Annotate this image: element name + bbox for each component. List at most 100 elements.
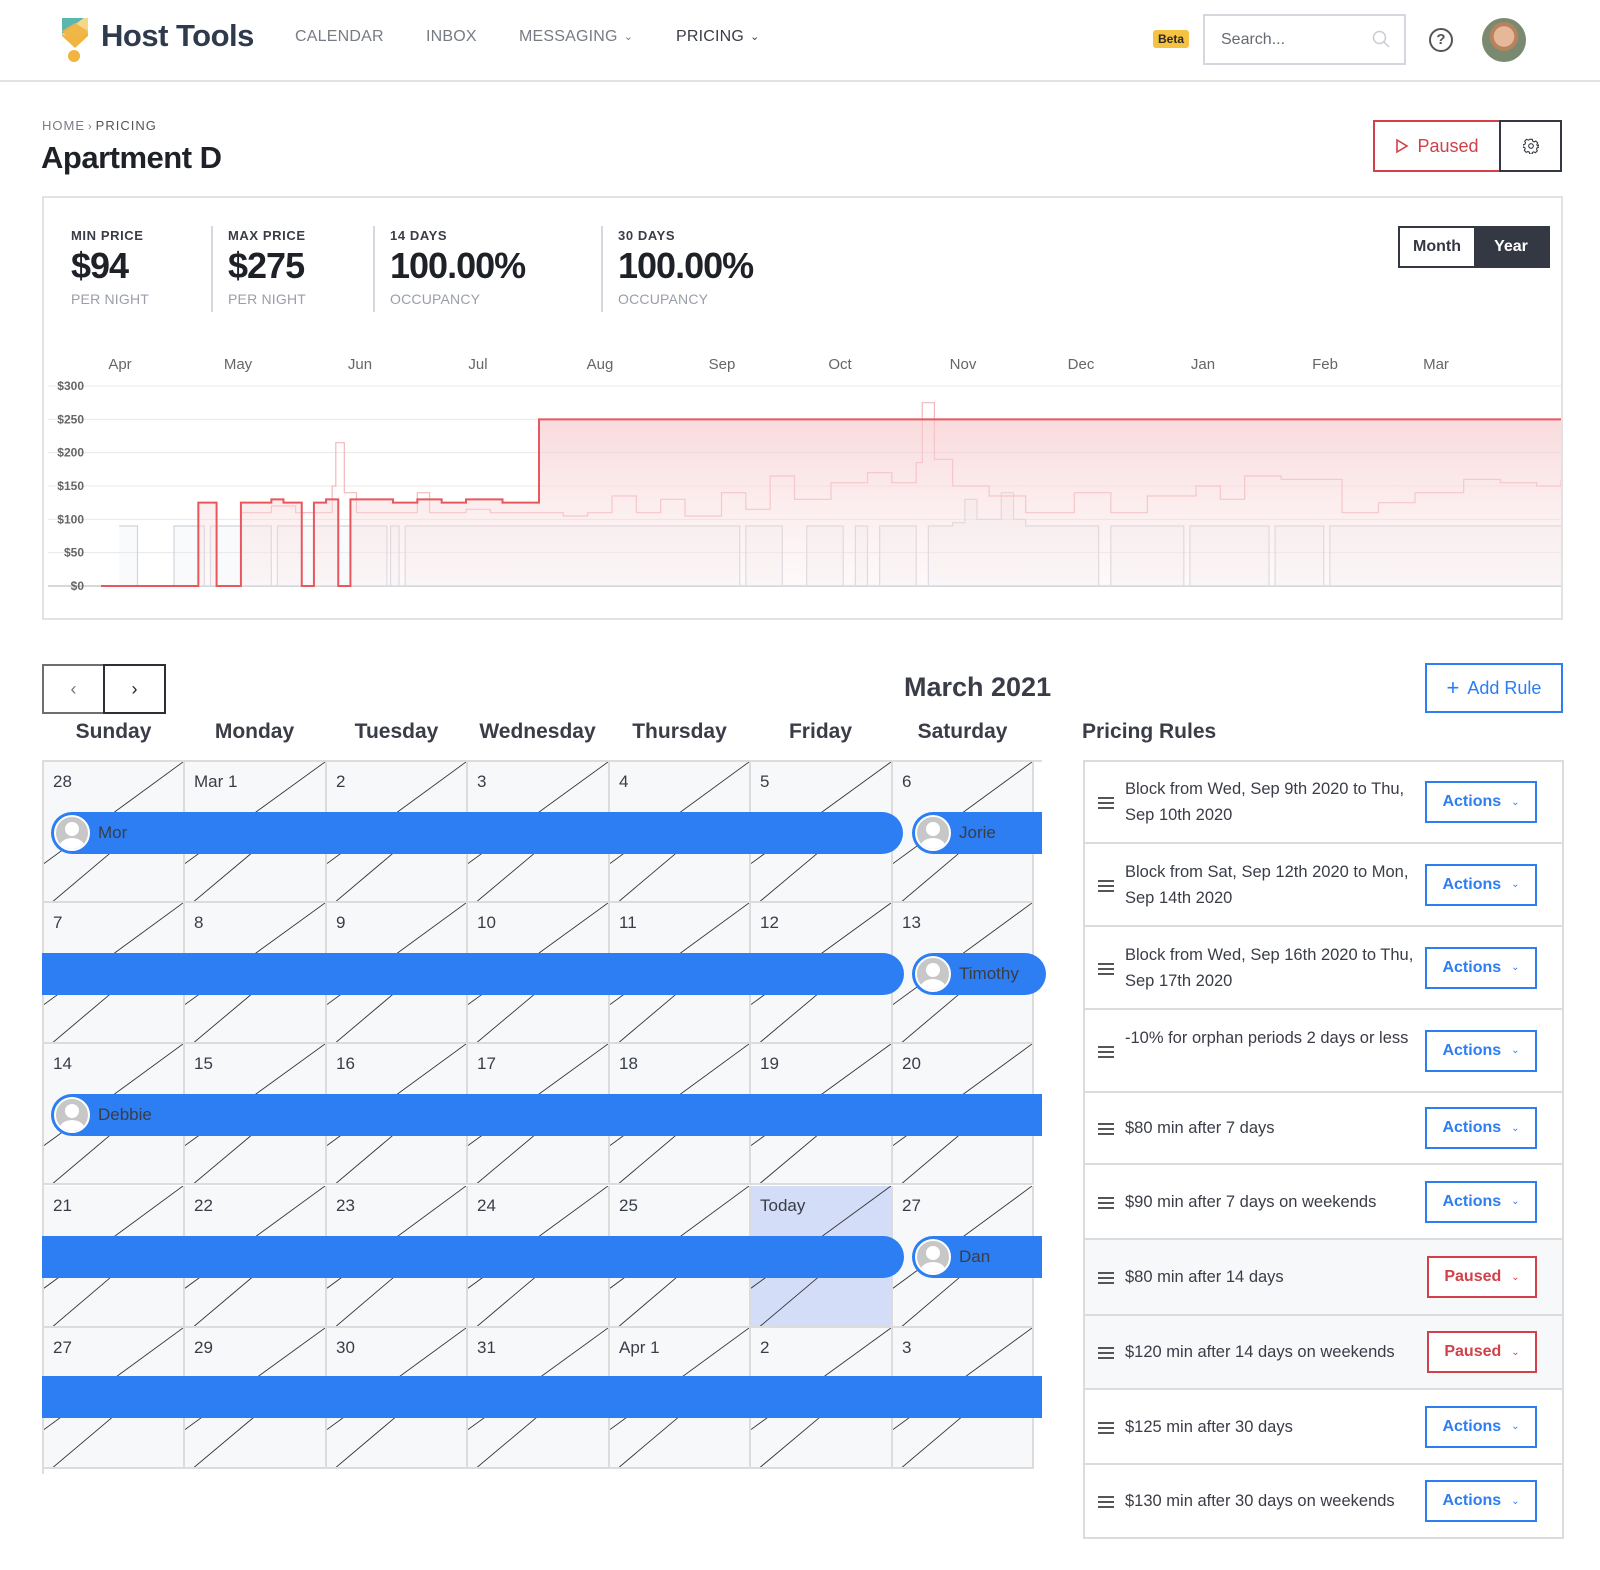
weekday-header: Monday	[214, 720, 295, 743]
reservation-bar[interactable]: Debbie	[51, 1094, 1042, 1136]
rule-description: $120 min after 14 days on weekends	[1125, 1343, 1395, 1361]
nav-inbox[interactable]: INBOX	[426, 28, 477, 46]
brand-name[interactable]: Host Tools	[101, 18, 254, 54]
weekday-header: Friday	[788, 720, 853, 743]
breadcrumb-home[interactable]: HOME	[42, 118, 85, 133]
toggle-year[interactable]: Year	[1474, 228, 1548, 266]
nav-calendar[interactable]: CALENDAR	[295, 28, 384, 46]
rule-paused-dropdown[interactable]: Paused ⌄	[1427, 1331, 1537, 1373]
y-tick-label: $0	[71, 579, 85, 593]
drag-handle-icon[interactable]	[1098, 1196, 1114, 1209]
next-month-button[interactable]: ›	[103, 664, 166, 714]
rule-actions-dropdown[interactable]: Actions ⌄	[1425, 781, 1537, 823]
rule-button-label: Paused	[1444, 1268, 1502, 1285]
rule-description: $90 min after 7 days on weekends	[1125, 1192, 1377, 1211]
rule-actions-dropdown[interactable]: Actions ⌄	[1425, 1180, 1537, 1223]
stat-sub: PER NIGHT	[71, 291, 150, 307]
drag-handle-icon[interactable]	[1098, 879, 1114, 892]
day-number: 7	[53, 913, 63, 932]
search-input[interactable]	[1221, 16, 1371, 63]
x-tick-label: Jan	[1191, 356, 1215, 373]
reservation-bar[interactable]	[42, 953, 904, 995]
drag-handle-icon[interactable]	[1098, 1045, 1114, 1058]
day-number: 17	[477, 1054, 496, 1073]
x-tick-label: Jun	[348, 356, 372, 373]
day-number: 30	[336, 1338, 355, 1357]
search-box[interactable]	[1203, 14, 1406, 65]
user-avatar[interactable]	[1482, 18, 1526, 62]
day-number: 11	[619, 913, 637, 932]
stat-value: $275	[228, 245, 305, 286]
drag-handle-icon[interactable]	[1098, 1347, 1114, 1359]
add-rule-button[interactable]: + Add Rule	[1425, 663, 1563, 713]
rule-actions-dropdown[interactable]: Actions ⌄	[1425, 1107, 1537, 1149]
pricing-rule-row: $125 min after 30 days Actions ⌄	[1085, 1390, 1562, 1465]
help-icon[interactable]: ?	[1429, 28, 1453, 52]
drag-handle-icon[interactable]	[1098, 1496, 1114, 1508]
reservation-bar[interactable]: Dan	[912, 1236, 1042, 1278]
host-tools-logo-icon[interactable]	[62, 18, 88, 62]
prev-month-button[interactable]: ‹	[42, 664, 105, 714]
nav-messaging[interactable]: MESSAGING ⌄	[519, 28, 633, 46]
weekday-header: Tuesday	[354, 720, 439, 743]
drag-handle-icon[interactable]	[1098, 1123, 1114, 1135]
stat-label: 30 DAYS	[618, 228, 676, 243]
chevron-down-icon: ⌄	[1511, 1271, 1520, 1283]
rule-actions-dropdown[interactable]: Actions ⌄	[1425, 1029, 1537, 1072]
beta-badge: Beta	[1153, 30, 1190, 48]
rule-paused-dropdown[interactable]: Paused ⌄	[1427, 1256, 1537, 1298]
y-tick-label: $250	[57, 412, 84, 426]
settings-button[interactable]	[1499, 120, 1562, 172]
x-tick-label: Nov	[950, 356, 977, 373]
rule-description: Block from Wed, Sep 9th 2020 to Thu, Sep…	[1125, 780, 1405, 824]
chevron-down-icon: ⌄	[1511, 1346, 1520, 1358]
nav-pricing[interactable]: PRICING ⌄	[676, 28, 760, 46]
drag-handle-icon[interactable]	[1098, 1421, 1114, 1434]
y-tick-label: $200	[57, 446, 84, 460]
stat-divider	[211, 226, 213, 312]
weekday-header: Saturday	[917, 720, 1008, 743]
reservation-bar[interactable]: Jorie	[912, 812, 1042, 854]
drag-handle-icon[interactable]	[1098, 797, 1114, 809]
chevron-down-icon: ⌄	[1511, 1122, 1520, 1134]
day-number: Mar 1	[194, 772, 238, 791]
search-icon[interactable]	[1372, 30, 1390, 48]
drag-handle-icon[interactable]	[1098, 1272, 1114, 1284]
gear-icon	[1522, 138, 1539, 154]
stat-sub: OCCUPANCY	[618, 291, 709, 307]
stat-value: 100.00%	[390, 245, 526, 286]
reservation-bar[interactable]	[42, 1376, 1042, 1418]
chevron-down-icon: ⌄	[1511, 1196, 1520, 1207]
day-number: 18	[619, 1054, 638, 1073]
rule-actions-dropdown[interactable]: Actions ⌄	[1425, 1405, 1537, 1448]
rule-actions-dropdown[interactable]: Actions ⌄	[1425, 1480, 1537, 1522]
day-number: Today	[760, 1196, 806, 1215]
pricing-status-button[interactable]: Paused	[1373, 120, 1501, 172]
guest-name: Dan	[959, 1247, 991, 1266]
rule-actions-dropdown[interactable]: Actions ⌄	[1425, 863, 1537, 906]
day-number: 3	[902, 1338, 912, 1357]
nav-pricing-label: PRICING	[676, 28, 745, 45]
weekday-header: Wednesday	[479, 720, 596, 743]
day-number: 19	[760, 1054, 779, 1073]
reservation-bar[interactable]: Timothy	[912, 953, 1046, 995]
day-number: 25	[619, 1196, 638, 1215]
drag-handle-icon[interactable]	[1098, 962, 1114, 975]
rule-actions-dropdown[interactable]: Actions ⌄	[1425, 946, 1537, 989]
pricing-overview-panel: MIN PRICE $94 PER NIGHT MAX PRICE $275 P…	[42, 196, 1563, 620]
reservation-bar[interactable]	[42, 1236, 904, 1278]
day-number: 2	[336, 772, 346, 791]
reservation-bar[interactable]: Mor	[51, 812, 903, 854]
pricing-rule-row: $130 min after 30 days on weekends Action…	[1085, 1465, 1562, 1539]
x-tick-label: May	[224, 356, 253, 373]
pricing-rule-row: -10% for orphan periods 2 days or less Ac…	[1085, 1010, 1562, 1093]
chevron-right-icon: ›	[131, 678, 138, 699]
stat-sub: PER NIGHT	[228, 291, 307, 307]
top-navbar: Host Tools CALENDAR INBOX MESSAGING ⌄ PRI…	[0, 0, 1600, 82]
stat-label: 14 DAYS	[390, 228, 448, 243]
day-number: Apr 1	[619, 1338, 660, 1357]
toggle-month[interactable]: Month	[1400, 228, 1474, 266]
x-tick-label: Dec	[1068, 356, 1095, 373]
play-outline-icon	[1396, 138, 1410, 154]
rule-description: Block from Wed, Sep 16th 2020 to Thu, Se…	[1125, 945, 1414, 990]
